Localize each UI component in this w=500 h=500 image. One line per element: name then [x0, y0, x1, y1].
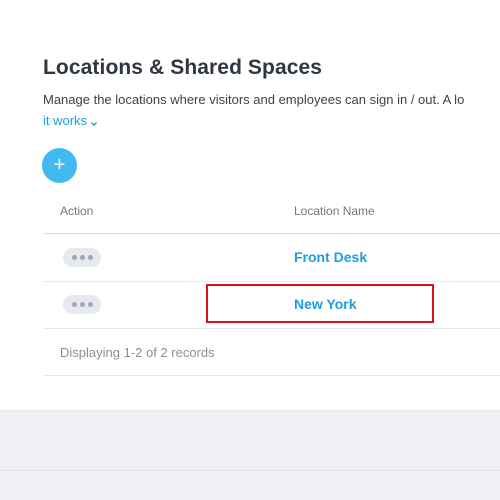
- table-row: Front Desk: [43, 234, 500, 281]
- how-it-works-label: it works: [43, 113, 88, 128]
- row-action-button[interactable]: [63, 295, 101, 314]
- plus-icon: +: [53, 154, 66, 176]
- location-name-link[interactable]: Front Desk: [294, 249, 367, 265]
- table-bottom-divider: [43, 375, 500, 376]
- column-header-action: Action: [60, 204, 94, 218]
- more-dots-icon: [71, 255, 77, 260]
- more-dots-icon: [71, 302, 77, 307]
- highlight-annotation-box: [206, 284, 434, 323]
- records-count: Displaying 1-2 of 2 records: [60, 345, 215, 360]
- page-description: Manage the locations where visitors and …: [43, 92, 465, 107]
- chevron-down-icon: [91, 122, 98, 127]
- row-divider: [43, 328, 500, 329]
- locations-panel: Locations & Shared Spaces Manage the loc…: [0, 0, 500, 411]
- column-header-location-name: Location Name: [294, 204, 375, 218]
- how-it-works-link[interactable]: it works: [43, 113, 98, 128]
- page-title: Locations & Shared Spaces: [43, 56, 323, 79]
- row-action-button[interactable]: [63, 248, 101, 267]
- page-divider: [0, 470, 500, 471]
- add-location-button[interactable]: +: [42, 148, 77, 183]
